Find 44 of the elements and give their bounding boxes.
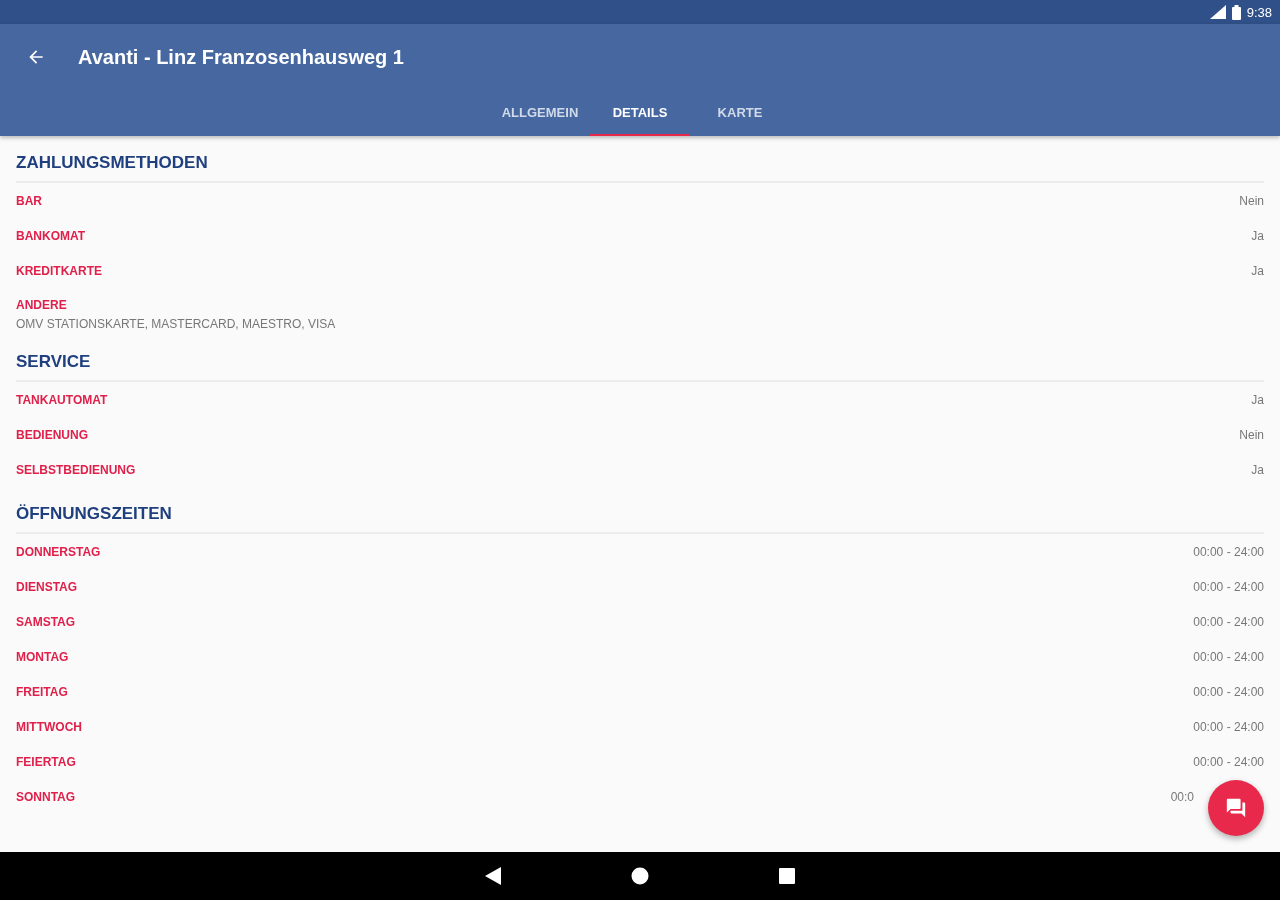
field-value: 00:00 - 24:00 <box>1193 649 1264 664</box>
field-value: 00:00 - 24:00 <box>1193 754 1264 769</box>
clock: 9:38 <box>1246 4 1272 20</box>
field-label: DONNERSTAG <box>16 544 101 559</box>
field-label: FREITAG <box>16 684 68 699</box>
field-label: MONTAG <box>16 649 69 664</box>
field-label: BAR <box>16 193 42 208</box>
field-label: SELBSTBEDIENUNG <box>16 462 136 477</box>
section-heading: SERVICE <box>16 335 1264 382</box>
home-nav-button[interactable] <box>631 867 649 885</box>
field-value: 00:00 - 24:00 <box>1193 719 1264 734</box>
field-value: Ja <box>1251 263 1264 278</box>
field-value: Ja <box>1251 228 1264 243</box>
page-title: Avanti - Linz Franzosenhausweg 1 <box>78 45 404 69</box>
field-value: 00:00 - 24:00 <box>1193 614 1264 629</box>
section-heading: ÖFFNUNGSZEITEN <box>16 487 1264 534</box>
tab[interactable]: KARTE <box>690 90 790 136</box>
field-value: 00:00 - 24:00 <box>1193 579 1264 594</box>
field-value: 00:0 <box>1170 789 1194 804</box>
field-label: DIENSTAG <box>16 579 78 594</box>
field-value: Ja <box>1251 392 1264 407</box>
chat-button[interactable] <box>1208 780 1264 836</box>
field-label: ANDERE <box>16 298 68 312</box>
field-value: OMV STATIONSKARTE, MASTERCARD, MAESTRO, VISA <box>16 317 337 331</box>
field-label: TANKAUTOMAT <box>16 392 108 407</box>
tab[interactable]: ALLGEMEIN <box>490 90 590 136</box>
battery-icon <box>1231 4 1241 20</box>
field-value: 00:00 - 24:00 <box>1193 544 1264 559</box>
field-value: 00:00 - 24:00 <box>1193 684 1264 699</box>
chat-icon <box>1225 797 1247 819</box>
field-label: MITTWOCH <box>16 719 82 734</box>
signal-icon <box>1209 5 1226 19</box>
back-nav-button[interactable] <box>485 867 501 885</box>
field-label: SONNTAG <box>16 789 76 804</box>
field-label: BANKOMAT <box>16 228 86 243</box>
field-label: KREDITKARTE <box>16 263 102 278</box>
field-label: BEDIENUNG <box>16 427 88 442</box>
field-value: Nein <box>1239 193 1264 208</box>
field-value: Ja <box>1251 462 1264 477</box>
tab[interactable]: DETAILS <box>590 90 690 136</box>
section-heading: ZAHLUNGSMETHODEN <box>16 136 1264 183</box>
field-value: Nein <box>1239 427 1264 442</box>
field-label: FEIERTAG <box>16 754 76 769</box>
field-label: SAMSTAG <box>16 614 76 629</box>
